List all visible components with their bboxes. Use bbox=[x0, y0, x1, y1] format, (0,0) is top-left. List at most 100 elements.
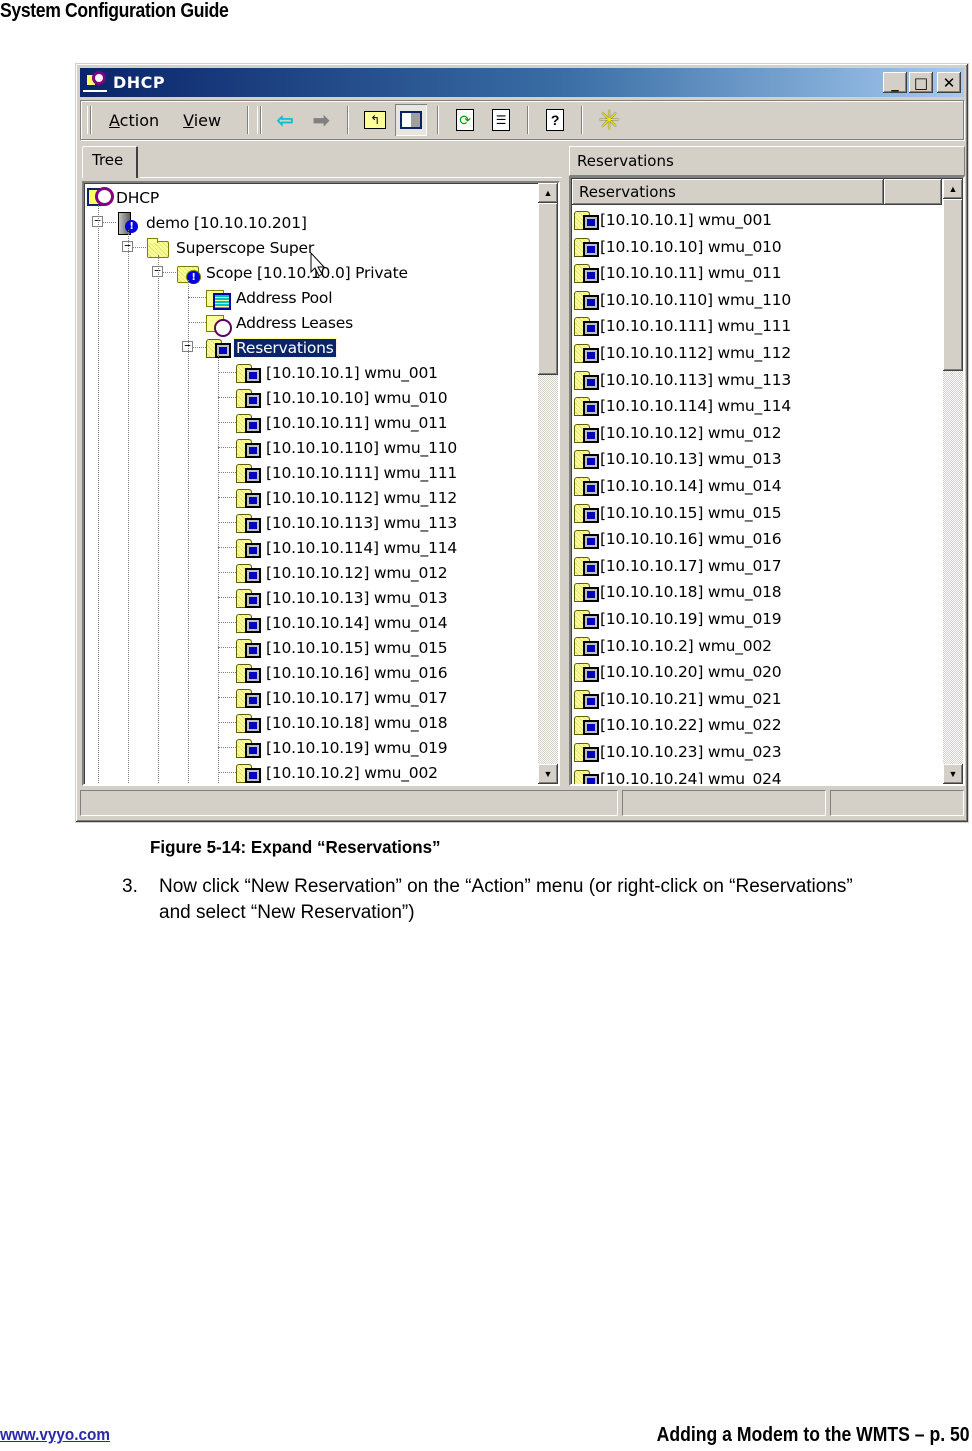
list-item[interactable]: [10.10.10.112] wmu_112 bbox=[574, 340, 791, 366]
tree-node-label[interactable]: Superscope Super bbox=[174, 239, 316, 257]
list-item[interactable]: [10.10.10.18] wmu_018 bbox=[574, 579, 782, 605]
forward-button[interactable]: ➡ bbox=[305, 104, 337, 136]
list-item[interactable]: [10.10.10.24] wmu_024 bbox=[574, 766, 782, 784]
maximize-button[interactable]: □ bbox=[909, 72, 933, 93]
tree-node[interactable]: [10.10.10.13] wmu_013 bbox=[236, 585, 449, 610]
tree-node-label[interactable]: [10.10.10.12] wmu_012 bbox=[264, 564, 449, 582]
column-header-reservations[interactable]: Reservations bbox=[572, 179, 884, 205]
tree-node-label[interactable]: [10.10.10.111] wmu_111 bbox=[264, 464, 459, 482]
tree-node[interactable]: [10.10.10.14] wmu_014 bbox=[236, 610, 449, 635]
list-item[interactable]: [10.10.10.12] wmu_012 bbox=[574, 420, 782, 446]
tree-node[interactable]: [10.10.10.11] wmu_011 bbox=[236, 410, 449, 435]
tree-node[interactable]: [10.10.10.110] wmu_110 bbox=[236, 435, 459, 460]
tree-node[interactable]: Superscope Super bbox=[146, 235, 316, 260]
refresh-button[interactable]: ⟳ bbox=[449, 104, 481, 136]
column-header-empty[interactable] bbox=[884, 179, 942, 205]
scroll-up-button[interactable]: ▲ bbox=[538, 183, 558, 203]
list-item[interactable]: [10.10.10.113] wmu_113 bbox=[574, 367, 791, 393]
list-item[interactable]: [10.10.10.11] wmu_011 bbox=[574, 260, 782, 286]
list-item[interactable]: [10.10.10.22] wmu_022 bbox=[574, 712, 782, 738]
tree-node-label[interactable]: [10.10.10.17] wmu_017 bbox=[264, 689, 449, 707]
tree-node[interactable]: [10.10.10.1] wmu_001 bbox=[236, 360, 440, 385]
details-list-pane[interactable]: Reservations [10.10.10.1] wmu_001 [10.10.… bbox=[569, 176, 965, 786]
toolbar-grip[interactable] bbox=[87, 106, 91, 134]
tree-node[interactable]: [10.10.10.114] wmu_114 bbox=[236, 535, 459, 560]
tree-node-label[interactable]: DHCP bbox=[114, 189, 161, 207]
list-item[interactable]: [10.10.10.19] wmu_019 bbox=[574, 606, 782, 632]
scroll-thumb[interactable] bbox=[538, 203, 558, 375]
tree-node-label[interactable]: [10.10.10.10] wmu_010 bbox=[264, 389, 449, 407]
list-item[interactable]: [10.10.10.21] wmu_021 bbox=[574, 686, 782, 712]
list-item-label: [10.10.10.12] wmu_012 bbox=[600, 423, 782, 442]
tree-node-label[interactable]: Reservations bbox=[233, 337, 337, 358]
scroll-down-button[interactable]: ▼ bbox=[538, 764, 558, 784]
tree-node[interactable]: Reservations bbox=[206, 335, 337, 360]
footer-website-link[interactable]: www.vyyo.com bbox=[0, 1425, 110, 1445]
list-item[interactable]: [10.10.10.13] wmu_013 bbox=[574, 446, 782, 472]
tree-node[interactable]: [10.10.10.2] wmu_002 bbox=[236, 760, 440, 784]
up-one-level-button[interactable]: ↰ bbox=[359, 104, 391, 136]
show-hide-tree-button[interactable] bbox=[395, 104, 428, 136]
tab-tree[interactable]: Tree bbox=[82, 146, 138, 178]
list-item[interactable]: [10.10.10.16] wmu_016 bbox=[574, 526, 782, 552]
tree-node-label[interactable]: [10.10.10.113] wmu_113 bbox=[264, 514, 459, 532]
tree-node-label[interactable]: [10.10.10.16] wmu_016 bbox=[264, 664, 449, 682]
scroll-down-button[interactable]: ▼ bbox=[943, 764, 963, 784]
scroll-thumb[interactable] bbox=[943, 199, 963, 371]
tree-node-label[interactable]: [10.10.10.13] wmu_013 bbox=[264, 589, 449, 607]
list-item[interactable]: [10.10.10.2] wmu_002 bbox=[574, 633, 772, 659]
minimize-button[interactable]: _ bbox=[883, 72, 907, 93]
tree-node[interactable]: [10.10.10.16] wmu_016 bbox=[236, 660, 449, 685]
tree-node[interactable]: Scope [10.10.10.0] Private bbox=[176, 260, 410, 285]
list-item[interactable]: [10.10.10.10] wmu_010 bbox=[574, 234, 782, 260]
tree-scrollbar[interactable]: ▲ ▼ bbox=[538, 183, 558, 784]
scroll-up-button[interactable]: ▲ bbox=[943, 179, 963, 199]
tree-node[interactable]: [10.10.10.15] wmu_015 bbox=[236, 635, 449, 660]
tree-node-label[interactable]: [10.10.10.110] wmu_110 bbox=[264, 439, 459, 457]
menu-action[interactable]: Action bbox=[97, 111, 171, 130]
close-button[interactable]: ✕ bbox=[937, 72, 961, 93]
list-scrollbar[interactable]: ▲ ▼ bbox=[943, 179, 963, 784]
tree-node[interactable]: [10.10.10.113] wmu_113 bbox=[236, 510, 459, 535]
list-item[interactable]: [10.10.10.114] wmu_114 bbox=[574, 393, 791, 419]
tree-node[interactable]: [10.10.10.10] wmu_010 bbox=[236, 385, 449, 410]
list-item[interactable]: [10.10.10.15] wmu_015 bbox=[574, 500, 782, 526]
tree-node-label[interactable]: [10.10.10.112] wmu_112 bbox=[264, 489, 459, 507]
tree-node[interactable]: demo [10.10.10.201] bbox=[116, 210, 309, 235]
list-item[interactable]: [10.10.10.17] wmu_017 bbox=[574, 553, 782, 579]
tree-node-label[interactable]: demo [10.10.10.201] bbox=[144, 214, 309, 232]
tree-node-label[interactable]: Scope [10.10.10.0] Private bbox=[204, 264, 410, 282]
reservation-list[interactable]: [10.10.10.1] wmu_001 [10.10.10.10] wmu_01… bbox=[572, 205, 942, 784]
tree-node[interactable]: Address Pool bbox=[206, 285, 334, 310]
toolbar-grip[interactable] bbox=[257, 106, 262, 134]
help-button[interactable]: ? bbox=[539, 104, 571, 136]
list-item[interactable]: [10.10.10.23] wmu_023 bbox=[574, 739, 782, 765]
tree-node-label[interactable]: [10.10.10.19] wmu_019 bbox=[264, 739, 449, 757]
tree-node-label[interactable]: Address Leases bbox=[234, 314, 355, 332]
tree-node-label[interactable]: [10.10.10.11] wmu_011 bbox=[264, 414, 449, 432]
list-item[interactable]: [10.10.10.111] wmu_111 bbox=[574, 313, 791, 339]
tree-node[interactable]: [10.10.10.19] wmu_019 bbox=[236, 735, 449, 760]
tree-node-label[interactable]: [10.10.10.18] wmu_018 bbox=[264, 714, 449, 732]
list-item[interactable]: [10.10.10.20] wmu_020 bbox=[574, 659, 782, 685]
tree-node-label[interactable]: [10.10.10.1] wmu_001 bbox=[264, 364, 440, 382]
tree-node-label[interactable]: [10.10.10.14] wmu_014 bbox=[264, 614, 449, 632]
title-bar[interactable]: DHCP _ □ ✕ bbox=[80, 68, 964, 97]
menu-view[interactable]: View bbox=[171, 111, 233, 130]
tree-node[interactable]: [10.10.10.17] wmu_017 bbox=[236, 685, 449, 710]
tree-node[interactable]: Address Leases bbox=[206, 310, 355, 337]
tree-node[interactable]: [10.10.10.111] wmu_111 bbox=[236, 460, 459, 485]
tree-node-label[interactable]: Address Pool bbox=[234, 289, 334, 307]
list-item[interactable]: [10.10.10.14] wmu_014 bbox=[574, 473, 782, 499]
back-button[interactable]: ⇦ bbox=[269, 104, 301, 136]
tree-node[interactable]: [10.10.10.12] wmu_012 bbox=[236, 560, 449, 585]
export-list-button[interactable]: ☰ bbox=[485, 104, 517, 136]
tree-node[interactable]: [10.10.10.112] wmu_112 bbox=[236, 485, 459, 510]
tree-node-label[interactable]: [10.10.10.2] wmu_002 bbox=[264, 764, 440, 782]
tree-node-label[interactable]: [10.10.10.114] wmu_114 bbox=[264, 539, 459, 557]
tree-node[interactable]: [10.10.10.18] wmu_018 bbox=[236, 710, 449, 735]
new-button[interactable]: ✳ bbox=[593, 104, 625, 136]
tree-node-label[interactable]: [10.10.10.15] wmu_015 bbox=[264, 639, 449, 657]
list-item[interactable]: [10.10.10.110] wmu_110 bbox=[574, 287, 791, 313]
list-item[interactable]: [10.10.10.1] wmu_001 bbox=[574, 207, 772, 233]
